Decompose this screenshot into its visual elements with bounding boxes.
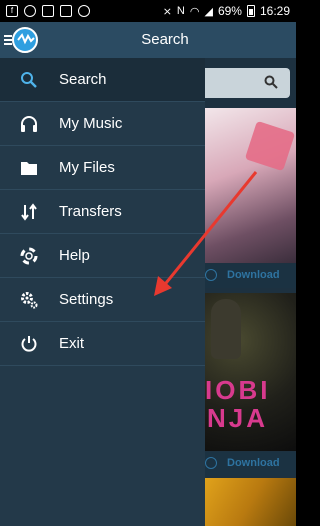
image-icon: [42, 5, 54, 17]
drawer-item-label: Search: [59, 71, 107, 88]
search-input[interactable]: [205, 68, 290, 98]
album-art[interactable]: IOBI NJA: [205, 293, 296, 451]
signal-icon: ◢: [204, 5, 213, 18]
transfer-arrows-icon: [21, 203, 37, 221]
download-button[interactable]: Download: [205, 264, 296, 288]
drawer-item-my-files[interactable]: My Files: [0, 146, 205, 190]
search-results: Download IOBI NJA Download: [205, 58, 296, 526]
drawer-item-transfers[interactable]: Transfers: [0, 190, 205, 234]
download-button[interactable]: Download: [205, 452, 296, 476]
download-icon: [205, 269, 217, 281]
drawer-item-label: Settings: [59, 291, 114, 308]
navigation-drawer: Search My Music My Files Transfers Help: [0, 58, 205, 526]
album-art[interactable]: [205, 478, 296, 526]
page-title: Search: [141, 31, 189, 48]
search-icon[interactable]: [264, 75, 278, 89]
dropbox-icon: [60, 5, 72, 17]
download-icon: [205, 457, 217, 469]
app-bar: Search: [0, 22, 296, 58]
folder-icon: [21, 162, 37, 175]
drawer-item-settings[interactable]: Settings: [0, 278, 205, 322]
power-icon: [21, 336, 37, 352]
drawer-item-search[interactable]: Search: [0, 58, 205, 102]
drawer-item-exit[interactable]: Exit: [0, 322, 205, 366]
drawer-item-label: Transfers: [59, 203, 122, 220]
notification-f-icon: f: [6, 5, 18, 17]
drawer-item-label: Help: [59, 247, 90, 264]
drawer-item-label: Exit: [59, 335, 85, 352]
shazam-icon: [78, 5, 90, 17]
clock: 16:29: [259, 4, 290, 18]
messenger-icon: [24, 5, 36, 17]
gears-icon: [21, 292, 38, 309]
search-icon: [21, 72, 37, 88]
album-art[interactable]: [205, 108, 296, 263]
hamburger-menu-icon[interactable]: [4, 35, 12, 47]
nfc-icon: N: [176, 5, 185, 17]
headphones-icon: [21, 116, 37, 132]
status-bar: f ⨯ N ◠ ◢ 69% 16:29: [0, 0, 296, 22]
drawer-item-label: My Music: [59, 115, 123, 132]
lifebuoy-icon: [20, 247, 38, 265]
mute-icon: ⨯: [162, 5, 172, 18]
battery-percent: 69%: [217, 4, 242, 18]
drawer-item-help[interactable]: Help: [0, 234, 205, 278]
battery-icon: [246, 5, 255, 17]
wifi-icon: ◠: [189, 5, 200, 18]
drawer-item-my-music[interactable]: My Music: [0, 102, 205, 146]
drawer-item-label: My Files: [59, 159, 115, 176]
app-logo[interactable]: [12, 27, 38, 53]
